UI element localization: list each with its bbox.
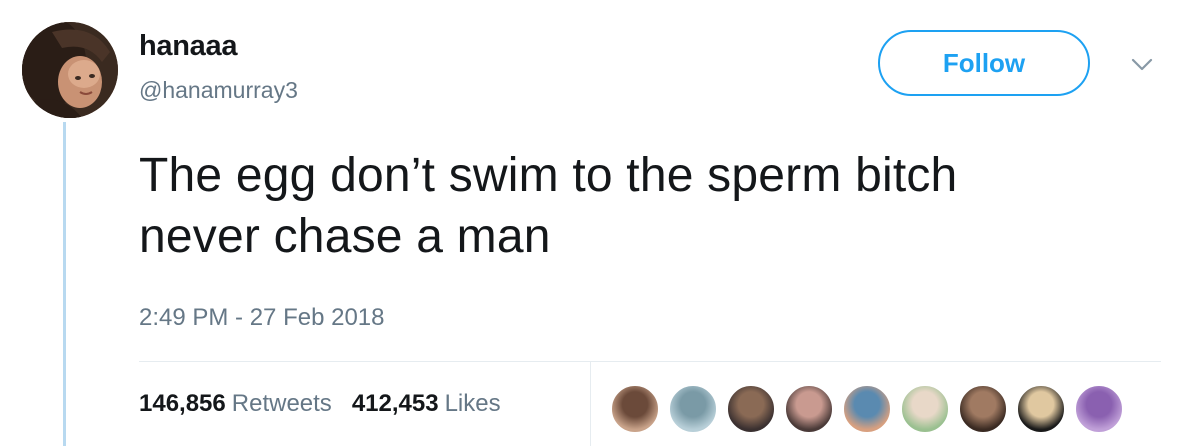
- liker-avatar-5[interactable]: [842, 384, 892, 434]
- retweets-count: 146,856: [139, 390, 226, 417]
- tweet-timestamp[interactable]: 2:49 PM - 27 Feb 2018: [139, 304, 384, 332]
- likes-stat[interactable]: 412,453 Likes: [352, 390, 501, 418]
- user-handle[interactable]: @hanamurray3: [139, 77, 298, 104]
- likes-label: Likes: [444, 390, 501, 417]
- stats-divider: [590, 362, 591, 446]
- liker-avatar-3[interactable]: [726, 384, 776, 434]
- thread-line: [63, 122, 66, 446]
- tweet-text-line: never chase a man: [139, 210, 551, 263]
- divider: [139, 361, 1161, 362]
- profile-photo-icon: [22, 22, 118, 118]
- liker-avatar-7[interactable]: [958, 384, 1008, 434]
- chevron-down-icon: [1131, 58, 1153, 71]
- liker-avatar-9[interactable]: [1074, 384, 1124, 434]
- liker-avatar-8[interactable]: [1016, 384, 1066, 434]
- liker-avatar-4[interactable]: [784, 384, 834, 434]
- tweet-text-line: The egg don’t swim to the sperm bitch: [139, 149, 958, 202]
- profile-avatar[interactable]: [22, 22, 118, 118]
- liker-avatar-1[interactable]: [610, 384, 660, 434]
- more-menu-button[interactable]: [1128, 52, 1156, 76]
- tweet-text: The egg don’t swim to the sperm bitch ne…: [139, 145, 1169, 267]
- liker-avatar-6[interactable]: [900, 384, 950, 434]
- display-name[interactable]: hanaaa: [139, 30, 237, 63]
- retweets-stat[interactable]: 146,856 Retweets: [139, 390, 332, 418]
- tweet-stats: 146,856 Retweets 412,453 Likes: [139, 390, 521, 418]
- follow-button[interactable]: Follow: [878, 30, 1090, 96]
- tweet-card: hanaaa @hanamurray3 Follow The egg don’t…: [0, 0, 1200, 446]
- liker-avatar-2[interactable]: [668, 384, 718, 434]
- retweets-label: Retweets: [231, 390, 332, 417]
- likes-count: 412,453: [351, 390, 439, 417]
- liker-avatars: [610, 384, 1132, 434]
